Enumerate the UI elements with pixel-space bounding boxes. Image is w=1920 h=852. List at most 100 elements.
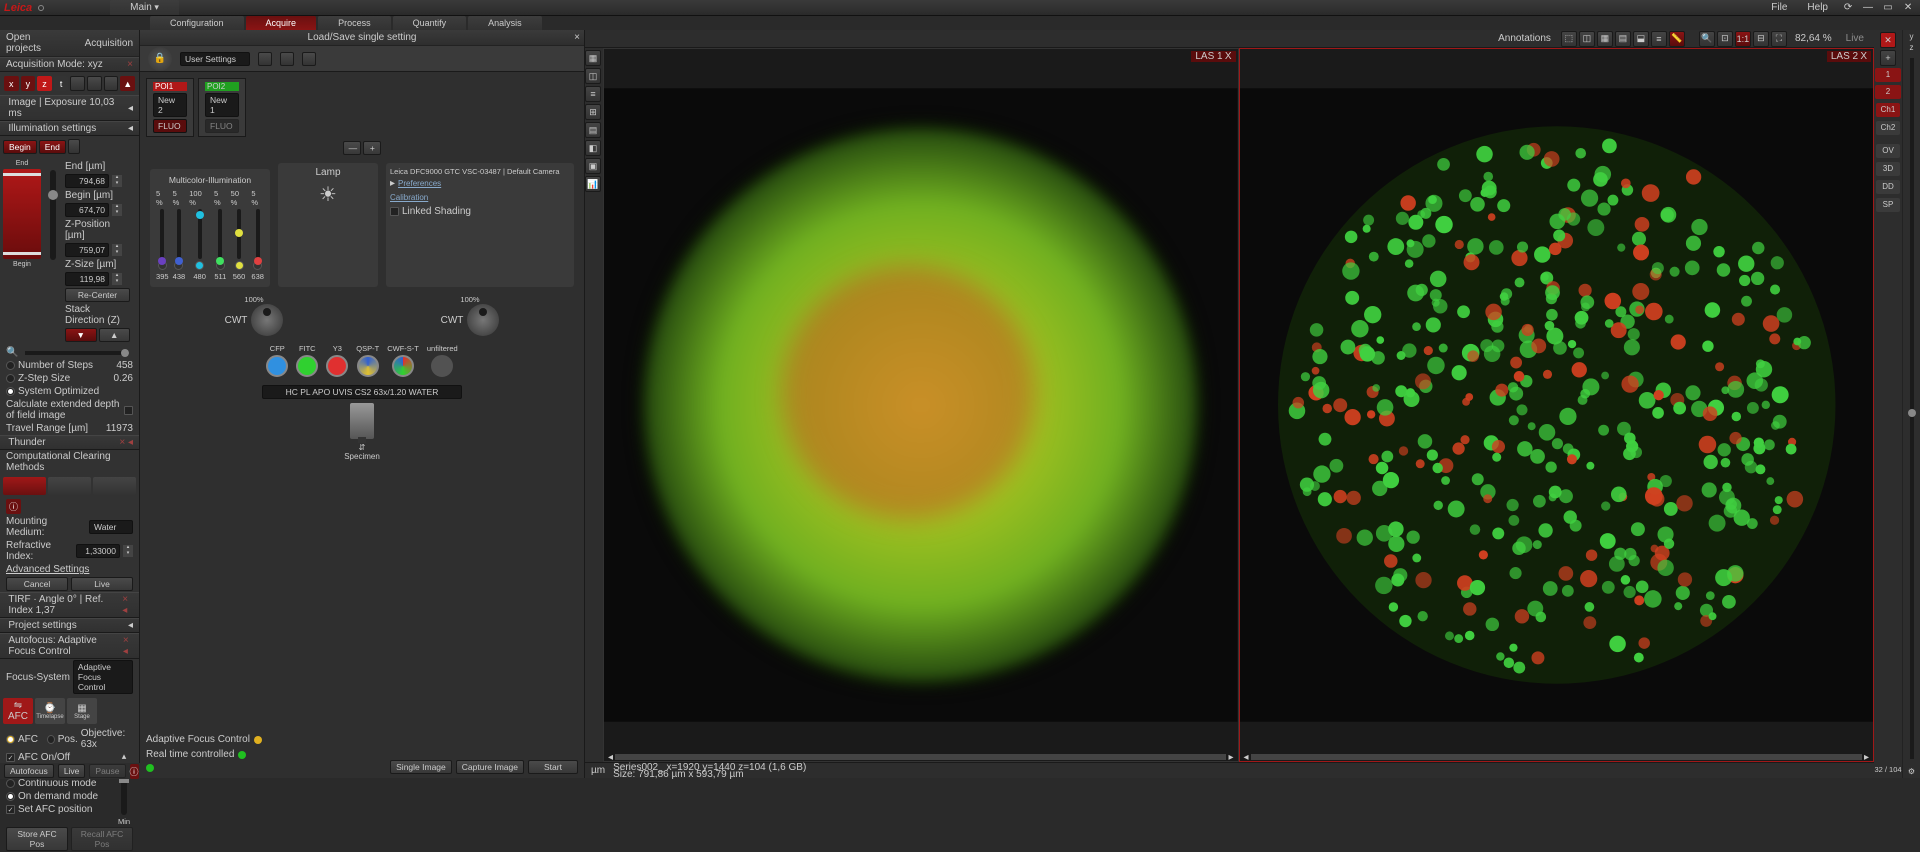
user-settings[interactable]: User Settings	[180, 52, 250, 66]
rt-num1[interactable]: 1	[1875, 68, 1901, 82]
scroll-left[interactable]: ◂	[608, 752, 613, 763]
spinner[interactable]: ▴▾	[112, 175, 122, 187]
focus-system[interactable]: Adaptive Focus Control	[73, 660, 133, 694]
z-slider[interactable]	[50, 170, 56, 260]
preferences-link[interactable]: Preferences	[398, 179, 441, 188]
info-btn[interactable]: ⓘ	[6, 499, 21, 514]
midpanel-close[interactable]: ×	[574, 32, 580, 43]
footer-info[interactable]: ⓘ	[130, 764, 139, 779]
vt-1[interactable]: ⬚	[1561, 31, 1577, 47]
axis-z[interactable]: z	[37, 76, 52, 91]
scroll-right[interactable]: ▸	[1228, 752, 1233, 763]
comp-method-1[interactable]	[3, 477, 46, 495]
svt-4[interactable]: ⊞	[585, 104, 601, 120]
refractive-index[interactable]	[76, 544, 120, 558]
add-poi[interactable]: +	[363, 141, 381, 155]
afc-onoff[interactable]: ✓	[6, 753, 15, 762]
poi1-fluo[interactable]: FLUO	[153, 119, 187, 133]
poi1-select[interactable]: New 2	[153, 93, 187, 117]
vt-2[interactable]: ◫	[1579, 31, 1595, 47]
live-btn[interactable]: Live	[71, 577, 133, 591]
pos-radio[interactable]	[47, 735, 55, 744]
image-exposure[interactable]: Image | Exposure 10,03 ms◂	[0, 95, 139, 121]
save-icon[interactable]	[258, 52, 272, 66]
zstack-bar[interactable]	[3, 169, 41, 259]
recenter-btn[interactable]: Re-Center	[65, 288, 130, 302]
up-arrow[interactable]: ▴	[122, 751, 127, 762]
illum-slider-4[interactable]	[237, 209, 241, 259]
cancel-btn[interactable]: Cancel	[6, 577, 68, 591]
zstack-begin[interactable]: Begin	[3, 140, 37, 154]
afc-header[interactable]: Autofocus: Adaptive Focus Control× ◂	[0, 633, 139, 659]
maximize-icon[interactable]: ▭	[1880, 2, 1896, 14]
tab-main[interactable]: Main ▾	[110, 0, 179, 15]
filter-FITC[interactable]	[296, 355, 318, 377]
afc-btn[interactable]: ⇋AFC	[3, 698, 33, 724]
menu-help[interactable]: Help	[1799, 2, 1836, 14]
tab-acquire[interactable]: Acquire	[246, 16, 317, 30]
poi2-fluo[interactable]: FLUO	[205, 119, 239, 133]
remove-poi[interactable]: —	[343, 141, 361, 155]
dd-btn[interactable]: DD	[1876, 180, 1900, 194]
tab-quantify[interactable]: Quantify	[393, 16, 467, 30]
svt-2[interactable]: ◫	[585, 68, 601, 84]
vt-zoomin[interactable]: 🔍	[1699, 31, 1715, 47]
rt-close[interactable]: ✕	[1880, 32, 1896, 48]
footer-pause-btn[interactable]: Pause	[89, 764, 125, 778]
rt-num2[interactable]: 2	[1875, 85, 1901, 99]
tab-acquisition[interactable]: Acquisition	[85, 38, 133, 49]
svt-1[interactable]: ▦	[585, 50, 601, 66]
svt-6[interactable]: ◧	[585, 140, 601, 156]
refresh-icon[interactable]: ⟳	[1840, 2, 1856, 14]
tab-process[interactable]: Process	[318, 16, 391, 30]
3d-btn[interactable]: 3D	[1876, 162, 1900, 176]
undo-icon[interactable]	[302, 52, 316, 66]
sysopt-radio[interactable]	[6, 387, 15, 396]
image-2[interactable]: LAS 2 X ◂▸	[1239, 48, 1875, 762]
axis-y[interactable]: y	[21, 76, 36, 91]
edof-check[interactable]	[124, 406, 133, 415]
vt-4[interactable]: ▤	[1615, 31, 1631, 47]
z-scroll[interactable]	[1910, 58, 1914, 759]
afc-stage[interactable]: ▦Stage	[67, 698, 97, 724]
objective-select[interactable]: HC PL APO UVIS CS2 63x/1.20 WATER	[262, 385, 462, 399]
illum-slider-1[interactable]	[177, 209, 181, 259]
svt-5[interactable]: ▤	[585, 122, 601, 138]
axis-x[interactable]: x	[4, 76, 19, 91]
afc-radio[interactable]	[6, 735, 15, 744]
zsize-value[interactable]	[65, 272, 109, 286]
zpos-value[interactable]	[65, 243, 109, 257]
cont-mode[interactable]	[6, 779, 15, 788]
vt-5[interactable]: ⬓	[1633, 31, 1649, 47]
vt-fullscreen[interactable]: ⛶	[1771, 31, 1787, 47]
comp-method-2[interactable]	[48, 477, 91, 495]
store-afc[interactable]: Store AFC Pos	[6, 827, 68, 851]
turret-2[interactable]	[467, 304, 499, 336]
ov-btn[interactable]: OV	[1876, 144, 1900, 158]
dir-up[interactable]: ▲	[99, 328, 131, 342]
single-image-btn[interactable]: Single Image	[390, 760, 452, 774]
end-value[interactable]	[65, 174, 109, 188]
illum-slider-5[interactable]	[256, 209, 260, 259]
vt-zoomout[interactable]: ⊟	[1753, 31, 1769, 47]
action-button[interactable]: ▲	[120, 76, 135, 91]
sp-btn[interactable]: SP	[1876, 198, 1900, 212]
tool-settings[interactable]	[104, 76, 119, 91]
dir-down[interactable]: ▼	[65, 328, 97, 342]
hscroll2[interactable]	[1251, 754, 1862, 760]
vt-ruler[interactable]: 📏	[1669, 31, 1685, 47]
vt-zoomfit[interactable]: ⊡	[1717, 31, 1733, 47]
recall-afc[interactable]: Recall AFC Pos	[71, 827, 133, 851]
filter-Y3[interactable]	[326, 355, 348, 377]
ch2-btn[interactable]: Ch2	[1876, 121, 1900, 135]
capture-image-btn[interactable]: Capture Image	[456, 760, 524, 774]
zstack-end[interactable]: End	[39, 140, 66, 154]
mount-medium[interactable]: Water	[89, 520, 133, 534]
afc-slider[interactable]	[121, 775, 127, 815]
menu-file[interactable]: File	[1763, 2, 1795, 14]
begin-value[interactable]	[65, 203, 109, 217]
tab-open-projects[interactable]: Open projects	[6, 32, 67, 54]
lock-icon[interactable]: 🔒	[148, 47, 172, 71]
rt-add[interactable]: +	[1880, 50, 1896, 66]
close-img2[interactable]: X	[1860, 51, 1867, 62]
